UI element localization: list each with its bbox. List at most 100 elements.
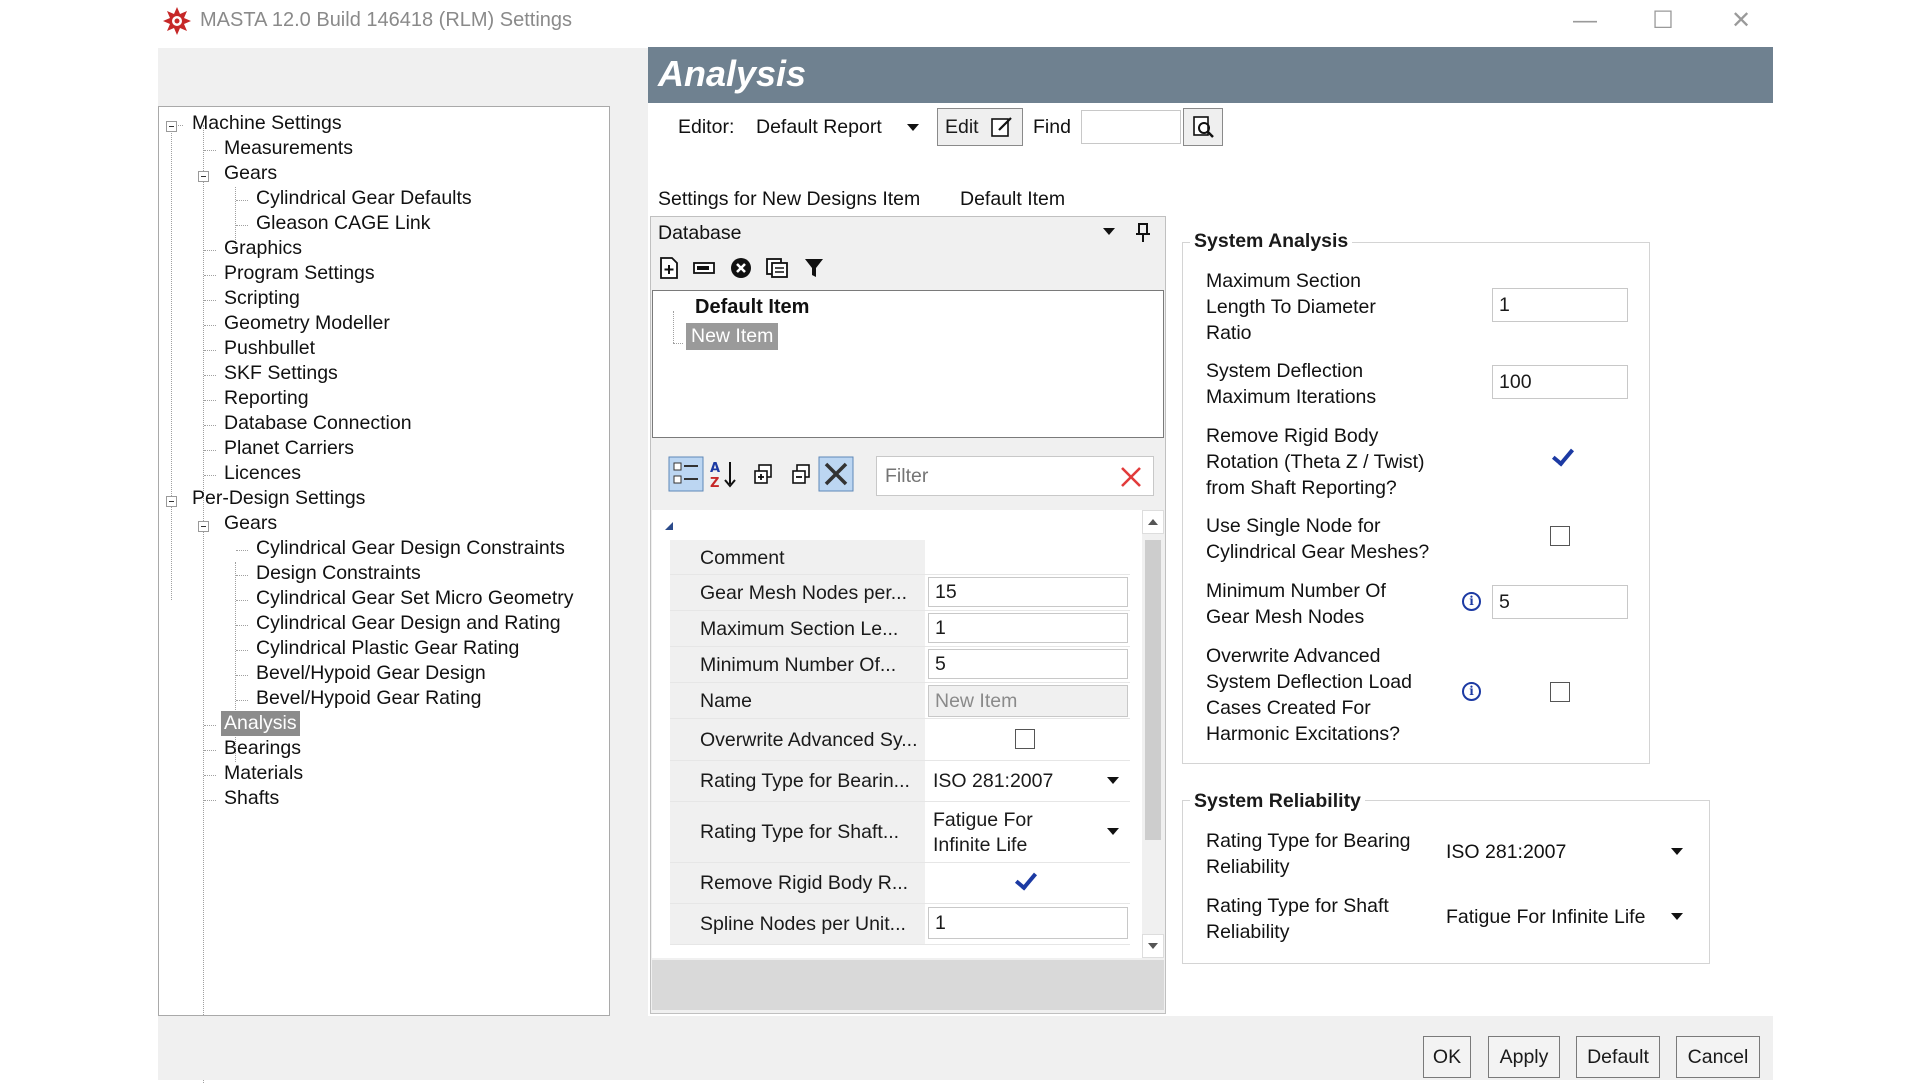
tree-item-bearings[interactable]: Bearings xyxy=(224,737,301,760)
tree-item-materials[interactable]: Materials xyxy=(224,762,303,785)
property-value-input[interactable]: 5 xyxy=(928,649,1128,679)
property-value-input[interactable]: 1 xyxy=(928,907,1128,939)
tree-line xyxy=(204,275,216,276)
remove-rigid-body-checkbox[interactable] xyxy=(1015,872,1035,892)
property-value-input[interactable]: 15 xyxy=(928,577,1128,607)
category-collapse-icon[interactable] xyxy=(663,520,675,532)
scroll-down-button[interactable] xyxy=(1142,934,1164,958)
property-row[interactable]: Rating Type for Shaft... Fatigue For Inf… xyxy=(670,802,1130,863)
overwrite-advanced-checkbox[interactable] xyxy=(1015,729,1035,749)
tree-item-program-settings[interactable]: Program Settings xyxy=(224,262,375,285)
clear-filter-icon[interactable] xyxy=(1119,465,1143,489)
minimize-button[interactable]: — xyxy=(1558,4,1612,38)
tree-item-pushbullet[interactable]: Pushbullet xyxy=(224,337,315,360)
expand-all-icon[interactable] xyxy=(752,462,776,486)
sort-alphabetical-icon[interactable]: A Z xyxy=(708,458,740,490)
chevron-down-icon[interactable] xyxy=(1671,913,1683,920)
pin-icon[interactable] xyxy=(1133,222,1153,244)
tree-item-scripting[interactable]: Scripting xyxy=(224,287,300,310)
copy-icon[interactable] xyxy=(765,256,789,280)
tree-collapse-toggle[interactable] xyxy=(166,121,177,132)
remove-rigid-body-checkbox[interactable] xyxy=(1552,448,1572,468)
property-row[interactable]: Name New Item xyxy=(670,683,1130,719)
tree-item-graphics[interactable]: Graphics xyxy=(224,237,302,260)
property-row[interactable]: Remove Rigid Body R... xyxy=(670,863,1130,904)
tree-item-gears[interactable]: Gears xyxy=(224,162,277,185)
cancel-button[interactable]: Cancel xyxy=(1676,1036,1760,1078)
label-line: System Deflection Load xyxy=(1206,671,1412,693)
chevron-down-icon[interactable] xyxy=(907,124,919,131)
overwrite-advanced-checkbox[interactable] xyxy=(1550,682,1570,702)
info-icon[interactable]: i xyxy=(1462,592,1481,611)
tree-item-design-constraints[interactable]: Design Constraints xyxy=(256,562,421,585)
tree-collapse-toggle[interactable] xyxy=(198,171,209,182)
filter-input[interactable] xyxy=(876,456,1154,496)
apply-button[interactable]: Apply xyxy=(1488,1036,1560,1078)
edit-button[interactable]: Edit xyxy=(937,108,1023,146)
property-value-input[interactable]: 1 xyxy=(928,613,1128,643)
bearing-reliability-dropdown[interactable]: ISO 281:2007 xyxy=(1446,841,1566,864)
scroll-up-button[interactable] xyxy=(1142,510,1164,534)
chevron-down-icon[interactable] xyxy=(1671,848,1683,855)
property-row[interactable]: Overwrite Advanced Sy... xyxy=(670,719,1130,761)
filter-icon[interactable] xyxy=(802,256,826,280)
property-tools-icon[interactable] xyxy=(818,456,854,492)
system-deflection-input[interactable]: 100 xyxy=(1492,365,1628,399)
editor-dropdown[interactable]: Default Report xyxy=(756,116,882,139)
info-icon[interactable]: i xyxy=(1462,682,1481,701)
tree-item-gears[interactable]: Gears xyxy=(224,512,277,535)
find-input[interactable] xyxy=(1081,110,1181,144)
tree-item-bevel-hypoid-gear-rating[interactable]: Bevel/Hypoid Gear Rating xyxy=(256,687,481,710)
tree-item-geometry-modeller[interactable]: Geometry Modeller xyxy=(224,312,390,335)
property-row[interactable]: Minimum Number Of... 5 xyxy=(670,647,1130,683)
database-item-default[interactable]: Default Item xyxy=(695,296,809,319)
scroll-thumb[interactable] xyxy=(1145,540,1161,840)
chevron-down-icon[interactable] xyxy=(1107,828,1119,835)
property-row[interactable]: Comment xyxy=(670,540,1130,575)
tree-item-shafts[interactable]: Shafts xyxy=(224,787,279,810)
property-row[interactable]: Spline Nodes per Unit... 1 xyxy=(670,904,1130,945)
min-nodes-input[interactable]: 5 xyxy=(1492,585,1628,619)
ok-button[interactable]: OK xyxy=(1423,1036,1471,1078)
chevron-down-icon[interactable] xyxy=(1107,777,1119,784)
tree-item-cylindrical-gear-set-micro-geometry[interactable]: Cylindrical Gear Set Micro Geometry xyxy=(256,587,574,610)
tree-item-planet-carriers[interactable]: Planet Carriers xyxy=(224,437,354,460)
property-row[interactable]: Gear Mesh Nodes per... 15 xyxy=(670,575,1130,611)
tree-item-gleason-cage-link[interactable]: Gleason CAGE Link xyxy=(256,212,431,235)
tree-item-per-design-settings[interactable]: Per-Design Settings xyxy=(192,487,365,510)
categorized-view-icon[interactable] xyxy=(668,456,704,492)
tree-collapse-toggle[interactable] xyxy=(198,521,209,532)
tree-item-cylindrical-gear-defaults[interactable]: Cylindrical Gear Defaults xyxy=(256,187,472,210)
property-grid-scrollbar[interactable] xyxy=(1142,510,1164,958)
default-button[interactable]: Default xyxy=(1576,1036,1660,1078)
tree-item-machine-settings[interactable]: Machine Settings xyxy=(192,112,342,135)
property-name: Minimum Number Of... xyxy=(700,654,897,676)
property-row[interactable]: Rating Type for Bearin... ISO 281:2007 xyxy=(670,761,1130,802)
rename-icon[interactable] xyxy=(692,256,716,280)
find-button[interactable] xyxy=(1183,108,1223,146)
tree-line xyxy=(236,625,248,626)
tree-item-licences[interactable]: Licences xyxy=(224,462,301,485)
collapse-all-icon[interactable] xyxy=(790,462,814,486)
delete-icon[interactable] xyxy=(729,256,753,280)
tree-item-skf-settings[interactable]: SKF Settings xyxy=(224,362,338,385)
tree-item-measurements[interactable]: Measurements xyxy=(224,137,353,160)
single-node-checkbox[interactable] xyxy=(1550,526,1570,546)
chevron-down-icon[interactable] xyxy=(1103,228,1115,235)
database-item-new-selected[interactable]: New Item xyxy=(686,323,779,350)
tree-item-database-connection[interactable]: Database Connection xyxy=(224,412,412,435)
tree-item-cylindrical-gear-design-and-rating[interactable]: Cylindrical Gear Design and Rating xyxy=(256,612,561,635)
tree-item-reporting[interactable]: Reporting xyxy=(224,387,309,410)
shaft-reliability-dropdown[interactable]: Fatigue For Infinite Life xyxy=(1446,906,1645,929)
filter-text[interactable] xyxy=(883,457,1107,495)
tree-collapse-toggle[interactable] xyxy=(166,496,177,507)
tree-item-analysis-selected[interactable]: Analysis xyxy=(221,711,300,736)
tree-item-cylindrical-gear-design-constraints[interactable]: Cylindrical Gear Design Constraints xyxy=(256,537,565,560)
close-button[interactable]: ✕ xyxy=(1714,4,1768,38)
max-section-input[interactable]: 1 xyxy=(1492,288,1628,322)
tree-item-bevel-hypoid-gear-design[interactable]: Bevel/Hypoid Gear Design xyxy=(256,662,486,685)
property-row[interactable]: Maximum Section Le... 1 xyxy=(670,611,1130,647)
tree-item-cylindrical-plastic-gear-rating[interactable]: Cylindrical Plastic Gear Rating xyxy=(256,637,519,660)
maximize-button[interactable]: ☐ xyxy=(1636,4,1690,38)
new-item-icon[interactable] xyxy=(657,256,681,280)
